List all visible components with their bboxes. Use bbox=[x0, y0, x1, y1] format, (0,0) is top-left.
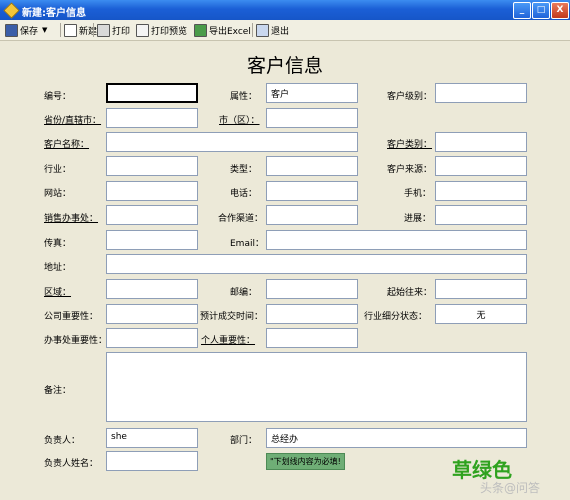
expected-time-field[interactable] bbox=[266, 304, 358, 324]
form-title: 客户信息 bbox=[246, 55, 323, 77]
phone-field[interactable] bbox=[266, 181, 358, 201]
customer-level-field[interactable] bbox=[435, 83, 527, 103]
code-field[interactable] bbox=[106, 83, 198, 103]
email-field[interactable] bbox=[266, 230, 527, 250]
customer-name-label[interactable]: 客户名称： bbox=[44, 137, 89, 150]
start-contact-field[interactable] bbox=[435, 279, 527, 299]
industry-field[interactable] bbox=[106, 156, 198, 176]
channel-label: 合作渠道： bbox=[218, 214, 264, 224]
printer-icon bbox=[97, 23, 110, 37]
province-label[interactable]: 省份/直辖市： bbox=[44, 113, 101, 126]
personal-importance-label[interactable]: 个人重要性： bbox=[201, 333, 255, 346]
save-button[interactable]: 保存 ▼ bbox=[5, 23, 47, 37]
industry-label: 行业： bbox=[44, 165, 72, 175]
form-area: 客户信息 编号： 属性： 客户 客户级别： 省份/直辖市： 市（区）： 客户名称… bbox=[0, 41, 570, 500]
customer-source-field[interactable] bbox=[435, 156, 527, 176]
customer-source-label: 客户来源： bbox=[387, 165, 433, 175]
sales-office-field[interactable] bbox=[106, 205, 198, 225]
remarks-textarea[interactable] bbox=[106, 352, 527, 422]
exit-icon bbox=[256, 23, 269, 37]
toolbar: 保存 ▼ 新建 打印 打印预览 导出Excel 退出 bbox=[0, 20, 570, 41]
progress-label: 进展： bbox=[404, 214, 432, 224]
department-label: 部门： bbox=[230, 436, 258, 446]
save-label: 保存 bbox=[20, 26, 39, 37]
mobile-label: 手机： bbox=[404, 189, 432, 199]
industry-status-field[interactable]: 无 bbox=[435, 304, 527, 324]
personal-importance-field[interactable] bbox=[266, 328, 358, 348]
print-label: 打印 bbox=[112, 26, 131, 37]
excel-icon bbox=[194, 23, 207, 37]
fax-label: 传真： bbox=[44, 239, 72, 249]
owner-field[interactable]: she bbox=[106, 428, 198, 448]
exit-label: 退出 bbox=[271, 26, 290, 37]
sales-office-label[interactable]: 销售办事处： bbox=[44, 211, 98, 224]
export-excel-label: 导出Excel bbox=[209, 26, 251, 37]
email-label: Email： bbox=[230, 239, 264, 249]
customer-type-label[interactable]: 客户类别： bbox=[387, 137, 432, 150]
print-preview-icon bbox=[136, 23, 149, 37]
category-label: 类型： bbox=[230, 165, 258, 175]
postcode-field[interactable] bbox=[266, 279, 358, 299]
category-field[interactable] bbox=[266, 156, 358, 176]
province-field[interactable] bbox=[106, 108, 198, 128]
owner-name-field[interactable] bbox=[106, 451, 198, 471]
attribute-label: 属性： bbox=[230, 92, 258, 102]
attribute-field[interactable]: 客户 bbox=[266, 83, 358, 103]
company-importance-label: 公司重要性： bbox=[44, 312, 99, 322]
start-contact-label: 起始往来： bbox=[387, 288, 433, 298]
customer-name-field[interactable] bbox=[106, 132, 358, 152]
phone-label: 电话： bbox=[230, 189, 258, 199]
toolbar-separator bbox=[60, 23, 61, 37]
address-field[interactable] bbox=[106, 254, 527, 274]
print-preview-label: 打印预览 bbox=[151, 26, 188, 37]
minimize-button[interactable]: _ bbox=[513, 2, 531, 19]
customer-level-label: 客户级别： bbox=[387, 92, 433, 102]
city-field[interactable] bbox=[266, 108, 358, 128]
website-label: 网站： bbox=[44, 189, 72, 199]
expected-time-label: 预计成交时间： bbox=[200, 312, 264, 322]
owner-label: 负责人： bbox=[44, 436, 81, 446]
region-label[interactable]: 区域： bbox=[44, 285, 71, 298]
watermark-sub: 头条@问答 bbox=[480, 481, 541, 495]
progress-field[interactable] bbox=[435, 205, 527, 225]
maximize-button[interactable]: □ bbox=[532, 2, 550, 19]
chevron-down-icon[interactable]: ▼ bbox=[42, 26, 47, 34]
industry-status-label: 行业细分状态： bbox=[364, 312, 428, 322]
app-icon bbox=[3, 2, 20, 19]
office-importance-field[interactable] bbox=[106, 328, 198, 348]
new-document-icon bbox=[64, 23, 77, 37]
new-label: 新建 bbox=[79, 26, 98, 37]
export-excel-button[interactable]: 导出Excel bbox=[194, 23, 251, 37]
save-icon bbox=[5, 23, 18, 37]
toolbar-separator bbox=[252, 23, 253, 37]
required-note-badge: "下划线内容为必填! bbox=[266, 453, 345, 470]
city-label[interactable]: 市（区）： bbox=[219, 113, 260, 126]
fax-field[interactable] bbox=[106, 230, 198, 250]
close-button[interactable]: X bbox=[551, 2, 569, 19]
code-label: 编号： bbox=[44, 92, 72, 102]
owner-name-label: 负责人姓名： bbox=[44, 459, 99, 469]
office-importance-label: 办事处重要性： bbox=[44, 336, 108, 346]
print-preview-button[interactable]: 打印预览 bbox=[136, 23, 187, 37]
toolbar-separator bbox=[93, 23, 94, 37]
print-button[interactable]: 打印 bbox=[97, 23, 130, 37]
website-field[interactable] bbox=[106, 181, 198, 201]
title-bar: 新建:客户信息 _ □ X bbox=[0, 0, 570, 20]
department-field[interactable]: 总经办 bbox=[266, 428, 527, 448]
customer-type-field[interactable] bbox=[435, 132, 527, 152]
postcode-label: 邮编： bbox=[230, 288, 258, 298]
channel-field[interactable] bbox=[266, 205, 358, 225]
address-label: 地址： bbox=[44, 263, 72, 273]
remarks-label: 备注： bbox=[44, 386, 72, 396]
exit-button[interactable]: 退出 bbox=[256, 23, 289, 37]
company-importance-field[interactable] bbox=[106, 304, 198, 324]
mobile-field[interactable] bbox=[435, 181, 527, 201]
region-field[interactable] bbox=[106, 279, 198, 299]
window-title: 新建:客户信息 bbox=[22, 8, 86, 19]
